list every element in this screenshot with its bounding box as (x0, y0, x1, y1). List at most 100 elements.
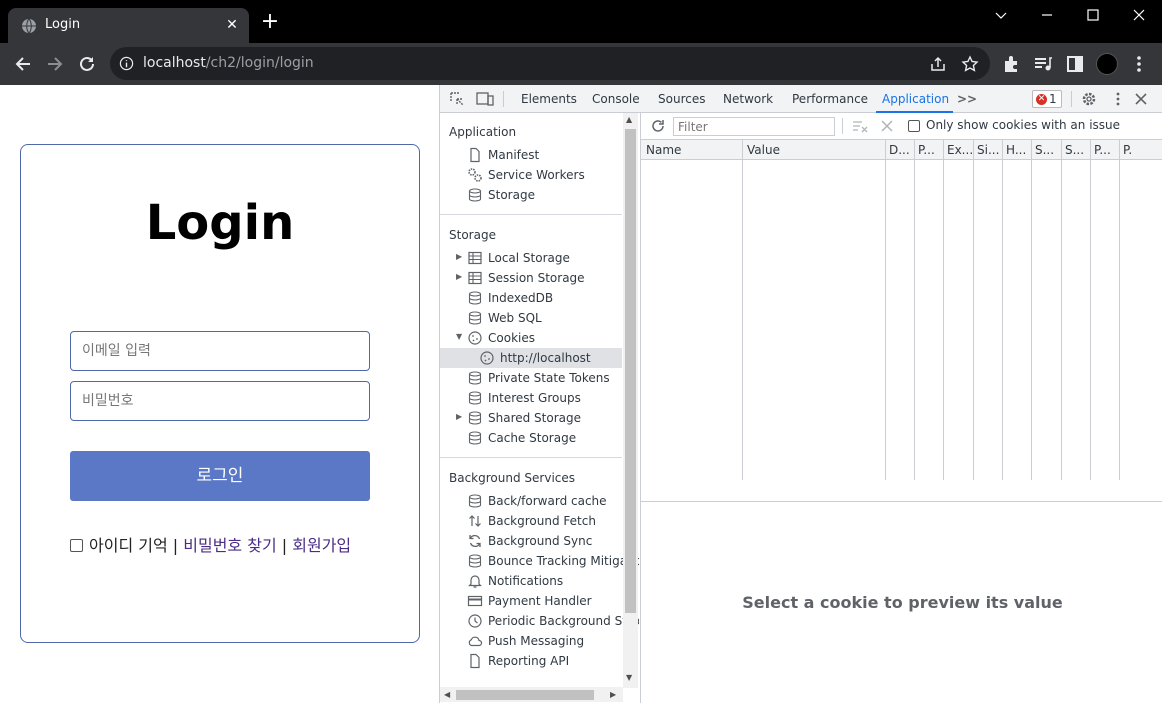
signup-link[interactable]: 회원가입 (292, 536, 351, 555)
sidebar-item-local-storage[interactable]: ▶ Local Storage (440, 248, 622, 268)
sidebar-item-background-fetch[interactable]: Background Fetch (440, 511, 622, 531)
tab-close-icon[interactable]: ✕ (223, 16, 241, 34)
tab-application[interactable]: Application (882, 92, 949, 106)
cookie-filter-input[interactable] (673, 117, 835, 136)
expand-arrow-icon[interactable]: ▶ (456, 252, 462, 261)
expand-arrow-icon[interactable]: ▶ (456, 412, 462, 421)
sidebar-item-background-sync[interactable]: Background Sync (440, 531, 622, 551)
login-options: 아이디 기억 | 비밀번호 찾기 | 회원가입 (70, 532, 390, 556)
scroll-right-arrow-icon[interactable]: ▶ (610, 690, 616, 699)
bookmark-star-icon[interactable] (961, 55, 979, 73)
column-header-secure[interactable]: S... (1035, 143, 1060, 157)
tab-performance[interactable]: Performance (792, 92, 868, 106)
find-password-link[interactable]: 비밀번호 찾기 (183, 536, 276, 555)
devtools-panel: Elements Console Sources Network Perform… (439, 85, 1162, 703)
minimize-icon[interactable] (1024, 0, 1070, 30)
browser-tab[interactable]: Login ✕ (8, 8, 249, 43)
error-count-badge[interactable]: ✕ 1 (1032, 90, 1062, 108)
sidebar-item-manifest[interactable]: Manifest (440, 145, 622, 165)
scrollbar-thumb[interactable] (456, 690, 594, 700)
profile-avatar[interactable] (1096, 53, 1118, 75)
extensions-icon[interactable] (1000, 53, 1022, 75)
refresh-icon[interactable] (650, 118, 666, 134)
sidebar-item-service-workers[interactable]: Service Workers (440, 165, 622, 185)
inspect-element-icon[interactable] (449, 91, 465, 107)
side-panel-icon[interactable] (1064, 53, 1086, 75)
sidebar-item-label: Shared Storage (488, 411, 582, 425)
delete-cookie-icon[interactable] (881, 120, 893, 132)
sidebar-item-private-state-tokens[interactable]: Private State Tokens (440, 368, 622, 388)
back-arrow-icon[interactable] (12, 53, 34, 75)
site-info-icon[interactable] (119, 56, 134, 71)
sidebar-item-push-messaging[interactable]: Push Messaging (440, 631, 622, 651)
sidebar-vertical-scrollbar[interactable]: ▲ ▼ (623, 113, 638, 688)
scroll-left-arrow-icon[interactable]: ◀ (444, 690, 450, 699)
sidebar-item-label: Session Storage (488, 271, 585, 285)
login-button[interactable]: 로그인 (70, 451, 370, 501)
clear-filtered-icon[interactable] (852, 118, 868, 134)
more-tabs-chevron-icon[interactable]: >> (957, 92, 977, 106)
close-window-icon[interactable] (1116, 0, 1162, 30)
sidebar-item-cookie-localhost[interactable]: http://localhost (440, 348, 622, 368)
collapse-arrow-icon[interactable]: ▼ (456, 332, 462, 341)
device-toolbar-icon[interactable] (476, 91, 494, 107)
sidebar-item-session-storage[interactable]: ▶ Session Storage (440, 268, 622, 288)
clock-icon (468, 614, 482, 628)
tab-console[interactable]: Console (592, 92, 640, 106)
column-divider (914, 140, 915, 480)
tab-search-icon[interactable] (978, 0, 1024, 30)
media-control-icon[interactable] (1032, 53, 1054, 75)
sidebar-item-notifications[interactable]: Notifications (440, 571, 622, 591)
settings-gear-icon[interactable] (1081, 91, 1097, 107)
sidebar-item-cookies[interactable]: ▼ Cookies (440, 328, 622, 348)
sidebar-item-storage[interactable]: Storage (440, 185, 622, 205)
sidebar-item-payment-handler[interactable]: Payment Handler (440, 591, 622, 611)
only-issues-checkbox[interactable] (908, 120, 920, 132)
column-header-httponly[interactable]: H... (1006, 143, 1030, 157)
expand-arrow-icon[interactable]: ▶ (456, 272, 462, 281)
browser-menu-icon[interactable] (1128, 53, 1150, 75)
reload-icon[interactable] (76, 53, 98, 75)
column-header-path[interactable]: P... (918, 143, 942, 157)
maximize-icon[interactable] (1070, 0, 1116, 30)
column-header-samesite[interactable]: S... (1065, 143, 1089, 157)
sidebar-item-bounce-tracking[interactable]: Bounce Tracking Mitigatio (440, 551, 639, 571)
column-header-expires[interactable]: Ex... (947, 143, 972, 157)
email-input[interactable] (70, 331, 370, 371)
share-icon[interactable] (929, 55, 947, 73)
scroll-up-arrow-icon[interactable]: ▲ (626, 115, 632, 124)
sidebar-item-reporting-api[interactable]: Reporting API (440, 651, 622, 671)
close-devtools-icon[interactable] (1134, 92, 1148, 106)
column-header-name[interactable]: Name (646, 143, 738, 157)
sidebar-item-shared-storage[interactable]: ▶ Shared Storage (440, 408, 622, 428)
database-icon (468, 494, 482, 508)
tab-sources[interactable]: Sources (658, 92, 705, 106)
sidebar-item-cache-storage[interactable]: Cache Storage (440, 428, 622, 448)
remember-id-checkbox[interactable] (70, 539, 83, 552)
globe-icon (22, 18, 36, 34)
address-bar[interactable]: localhost/ch2/login/login (110, 47, 990, 80)
column-header-value[interactable]: Value (747, 143, 881, 157)
tab-elements[interactable]: Elements (521, 92, 577, 106)
sidebar-item-periodic-background-sync[interactable]: Periodic Background Sync (440, 611, 639, 631)
forward-arrow-icon[interactable] (44, 53, 66, 75)
sidebar-item-back-forward-cache[interactable]: Back/forward cache (440, 491, 622, 511)
column-divider (1031, 140, 1032, 480)
sidebar-item-indexeddb[interactable]: IndexedDB (440, 288, 622, 308)
sidebar-item-interest-groups[interactable]: Interest Groups (440, 388, 622, 408)
cookies-toolbar: Only show cookies with an issue (641, 113, 1162, 140)
sidebar-horizontal-scrollbar[interactable]: ◀ ▶ (440, 687, 623, 702)
tab-network[interactable]: Network (723, 92, 773, 106)
scrollbar-thumb[interactable] (625, 129, 636, 613)
new-tab-button[interactable]: + (260, 11, 280, 33)
sidebar-item-label: Storage (488, 188, 535, 202)
column-header-size[interactable]: Si... (977, 143, 1001, 157)
password-input[interactable] (70, 381, 370, 421)
column-header-partition-key[interactable]: P... (1094, 143, 1118, 157)
sidebar-item-web-sql[interactable]: Web SQL (440, 308, 622, 328)
column-header-priority[interactable]: P. (1123, 143, 1153, 157)
column-header-domain[interactable]: D... (889, 143, 913, 157)
scroll-down-arrow-icon[interactable]: ▼ (626, 673, 632, 682)
devtools-menu-icon[interactable] (1110, 91, 1126, 107)
sidebar-item-label: Background Sync (488, 534, 593, 548)
